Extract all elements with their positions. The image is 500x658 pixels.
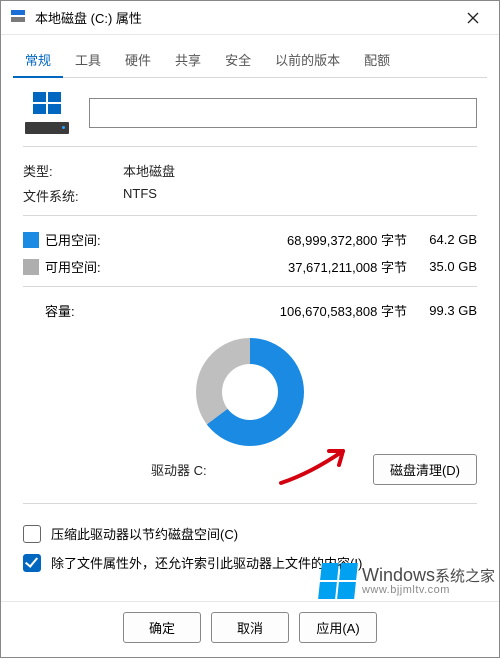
- index-row: 除了文件属性外，还允许索引此驱动器上文件的内容(I): [23, 553, 477, 572]
- used-swatch-icon: [23, 232, 39, 248]
- usage-donut-chart: [196, 338, 304, 446]
- capacity-label: 容量:: [45, 301, 135, 320]
- tab-tools[interactable]: 工具: [63, 44, 113, 78]
- ok-button[interactable]: 确定: [123, 612, 201, 643]
- apply-button[interactable]: 应用(A): [299, 612, 377, 643]
- drive-letter-label: 驱动器 C:: [151, 460, 207, 479]
- drive-icon: [23, 92, 71, 134]
- space-grid: 已用空间: 68,999,372,800 字节 64.2 GB 可用空间: 37…: [23, 230, 477, 276]
- used-label: 已用空间:: [45, 230, 135, 249]
- used-bytes: 68,999,372,800 字节: [135, 230, 407, 249]
- capacity-human: 99.3 GB: [407, 303, 477, 318]
- filesystem-label: 文件系统:: [23, 186, 123, 205]
- index-checkbox[interactable]: [23, 554, 41, 572]
- drive-name-input[interactable]: [89, 98, 477, 128]
- separator: [23, 286, 477, 287]
- separator: [23, 146, 477, 147]
- disk-cleanup-button[interactable]: 磁盘清理(D): [373, 454, 477, 485]
- tab-strip: 常规 工具 硬件 共享 安全 以前的版本 配额: [1, 35, 499, 77]
- dialog-footer: 确定 取消 应用(A): [1, 601, 499, 657]
- titlebar: 本地磁盘 (C:) 属性: [1, 1, 499, 35]
- free-label: 可用空间:: [45, 257, 135, 276]
- free-bytes: 37,671,211,008 字节: [135, 257, 407, 276]
- filesystem-row: 文件系统: NTFS: [23, 186, 477, 205]
- drive-header-row: [23, 92, 477, 134]
- close-button[interactable]: [453, 4, 493, 32]
- filesystem-value: NTFS: [123, 186, 157, 205]
- close-icon: [467, 12, 479, 24]
- compress-label: 压缩此驱动器以节约磁盘空间(C): [51, 524, 238, 543]
- used-human: 64.2 GB: [407, 232, 477, 247]
- tab-hardware[interactable]: 硬件: [113, 44, 163, 78]
- tab-general[interactable]: 常规: [13, 44, 63, 78]
- compress-row: 压缩此驱动器以节约磁盘空间(C): [23, 524, 477, 543]
- capacity-row: 容量: 106,670,583,808 字节 99.3 GB: [23, 301, 477, 320]
- drive-label-row: 驱动器 C: 磁盘清理(D): [23, 454, 477, 485]
- separator: [23, 503, 477, 504]
- capacity-bytes: 106,670,583,808 字节: [135, 301, 407, 320]
- compress-checkbox[interactable]: [23, 525, 41, 543]
- usage-chart-wrap: [23, 338, 477, 446]
- properties-window: 本地磁盘 (C:) 属性 常规 工具 硬件 共享 安全 以前的版本 配额 类型:…: [0, 0, 500, 658]
- free-human: 35.0 GB: [407, 259, 477, 274]
- separator: [23, 215, 477, 216]
- type-value: 本地磁盘: [123, 161, 175, 180]
- tab-previous-versions[interactable]: 以前的版本: [263, 44, 352, 78]
- tab-quota[interactable]: 配额: [352, 44, 402, 78]
- type-row: 类型: 本地磁盘: [23, 161, 477, 180]
- drive-titlebar-icon: [11, 10, 27, 26]
- window-title: 本地磁盘 (C:) 属性: [35, 8, 453, 27]
- tab-sharing[interactable]: 共享: [163, 44, 213, 78]
- index-label: 除了文件属性外，还允许索引此驱动器上文件的内容(I): [51, 553, 362, 572]
- tab-security[interactable]: 安全: [213, 44, 263, 78]
- type-label: 类型:: [23, 161, 123, 180]
- cancel-button[interactable]: 取消: [211, 612, 289, 643]
- free-swatch-icon: [23, 259, 39, 275]
- options-group: 压缩此驱动器以节约磁盘空间(C) 除了文件属性外，还允许索引此驱动器上文件的内容…: [23, 524, 477, 572]
- tab-content-general: 类型: 本地磁盘 文件系统: NTFS 已用空间: 68,999,372,800…: [1, 78, 499, 601]
